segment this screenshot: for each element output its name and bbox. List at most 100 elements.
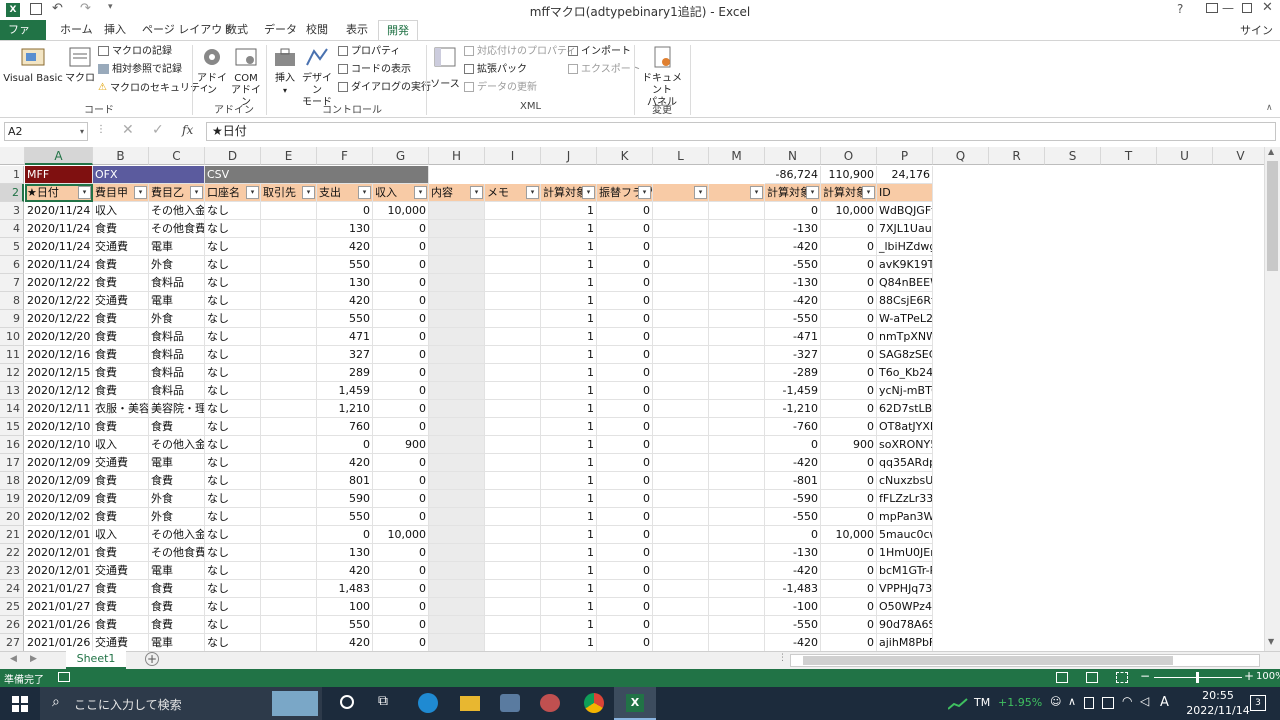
data-cell[interactable]: 食料品 xyxy=(149,364,205,382)
empty-cell[interactable] xyxy=(653,400,709,418)
data-cell[interactable]: 2021/01/27 xyxy=(25,580,93,598)
empty-cell[interactable] xyxy=(653,598,709,616)
empty-cell[interactable] xyxy=(653,220,709,238)
data-cell[interactable]: 10,000 xyxy=(373,202,429,220)
people-icon[interactable]: ☺ xyxy=(1050,695,1061,708)
scroll-thumb[interactable] xyxy=(1267,161,1278,271)
row-header[interactable]: 25 xyxy=(0,598,24,616)
empty-cell[interactable] xyxy=(709,256,765,274)
table-header-cell[interactable]: 計算対象 ▾ xyxy=(821,184,877,202)
row-header[interactable]: 26 xyxy=(0,616,24,634)
data-cell[interactable]: 交通費 xyxy=(93,292,149,310)
data-cell[interactable]: 2020/12/02 xyxy=(25,508,93,526)
empty-cell[interactable] xyxy=(653,364,709,382)
insert-control-button[interactable]: 挿入 ▾ xyxy=(270,45,300,97)
data-cell[interactable]: 0 xyxy=(317,526,373,544)
data-cell[interactable]: 0 xyxy=(597,490,653,508)
row-header[interactable]: 21 xyxy=(0,526,24,544)
data-cell[interactable]: nmTpXNWSXdroCQghhauWLw xyxy=(877,328,933,346)
empty-cell[interactable] xyxy=(653,346,709,364)
vertical-scrollbar[interactable]: ▲ ▼ xyxy=(1264,147,1280,651)
filter-dropdown-icon[interactable]: ▾ xyxy=(694,186,707,199)
data-cell[interactable]: 0 xyxy=(821,562,877,580)
cancel-entry-icon[interactable]: ✕ xyxy=(122,122,134,138)
data-cell[interactable]: 0 xyxy=(373,472,429,490)
empty-cell[interactable] xyxy=(261,598,317,616)
empty-cell[interactable] xyxy=(429,562,485,580)
empty-cell[interactable] xyxy=(485,634,541,651)
data-cell[interactable]: soXRONY5vl16ubWnaFlgMQ xyxy=(877,436,933,454)
data-cell[interactable]: 1 xyxy=(541,508,597,526)
data-cell[interactable]: 食費 xyxy=(93,364,149,382)
empty-cell[interactable] xyxy=(653,274,709,292)
data-cell[interactable]: 1 xyxy=(541,454,597,472)
data-cell[interactable]: -801 xyxy=(765,472,821,490)
data-cell[interactable]: なし xyxy=(205,634,261,651)
data-cell[interactable]: _lbiHZdwg8RpU0w9RT8Ngw xyxy=(877,238,933,256)
data-cell[interactable]: 外食 xyxy=(149,490,205,508)
data-cell[interactable]: 0 xyxy=(821,454,877,472)
data-cell[interactable]: 0 xyxy=(373,256,429,274)
data-cell[interactable]: 1 xyxy=(541,220,597,238)
data-cell[interactable]: 2020/12/12 xyxy=(25,382,93,400)
data-cell[interactable]: 0 xyxy=(597,292,653,310)
data-cell[interactable]: 550 xyxy=(317,256,373,274)
cortana-icon[interactable] xyxy=(340,695,354,709)
name-box[interactable]: A2 ▾ xyxy=(4,122,88,141)
data-cell[interactable]: 90d78A6SIBDoX9sfTiDBgQ xyxy=(877,616,933,634)
data-cell[interactable]: -130 xyxy=(765,220,821,238)
row-header[interactable]: 1 xyxy=(0,166,24,184)
empty-cell[interactable] xyxy=(261,526,317,544)
page-break-view-icon[interactable] xyxy=(1116,672,1128,683)
data-cell[interactable]: 交通費 xyxy=(93,634,149,651)
data-cell[interactable]: 食費 xyxy=(93,472,149,490)
scroll-down-icon[interactable]: ▼ xyxy=(1268,637,1274,646)
data-cell[interactable]: -550 xyxy=(765,508,821,526)
empty-cell[interactable] xyxy=(485,364,541,382)
tab-file[interactable]: ファイル xyxy=(0,20,46,56)
data-cell[interactable]: WdBQJGFttgA1alMXs5ZjfA xyxy=(877,202,933,220)
empty-cell[interactable] xyxy=(709,274,765,292)
data-cell[interactable]: 0 xyxy=(821,274,877,292)
data-cell[interactable]: VPPHJq73GkrydzRZzvNUnA xyxy=(877,580,933,598)
show-hidden-icons-icon[interactable]: ∧ xyxy=(1068,695,1076,708)
filter-dropdown-icon[interactable]: ▾ xyxy=(862,186,875,199)
data-cell[interactable]: O50WPz43YZNF_sWpF5SqQQ xyxy=(877,598,933,616)
data-cell[interactable]: 電車 xyxy=(149,454,205,472)
empty-cell[interactable] xyxy=(429,418,485,436)
empty-cell[interactable] xyxy=(429,328,485,346)
close-icon[interactable]: ✕ xyxy=(1262,0,1273,15)
design-mode-button[interactable]: デザイン モード xyxy=(300,45,334,109)
data-cell[interactable]: 2020/12/09 xyxy=(25,490,93,508)
row-header[interactable]: 7 xyxy=(0,274,24,292)
empty-cell[interactable] xyxy=(429,220,485,238)
data-cell[interactable]: 2020/12/22 xyxy=(25,274,93,292)
empty-cell[interactable] xyxy=(429,382,485,400)
summary-cell[interactable]: 110,900 xyxy=(821,166,877,184)
customize-quick-access-icon[interactable]: ▾ xyxy=(108,2,113,12)
row-header[interactable]: 11 xyxy=(0,346,24,364)
zoom-level[interactable]: 100% xyxy=(1256,671,1280,682)
data-cell[interactable]: 0 xyxy=(597,202,653,220)
data-cell[interactable]: なし xyxy=(205,202,261,220)
data-cell[interactable]: -100 xyxy=(765,598,821,616)
data-cell[interactable]: 0 xyxy=(821,310,877,328)
data-cell[interactable]: 0 xyxy=(597,382,653,400)
empty-cell[interactable] xyxy=(485,454,541,472)
data-cell[interactable]: 10,000 xyxy=(821,526,877,544)
data-cell[interactable]: -420 xyxy=(765,292,821,310)
zoom-slider[interactable] xyxy=(1154,672,1242,683)
tray-app-icon[interactable] xyxy=(1084,697,1094,709)
data-cell[interactable]: 1 xyxy=(541,310,597,328)
prev-sheet-icon[interactable]: ◀ xyxy=(10,654,17,664)
filter-dropdown-icon[interactable]: ▾ xyxy=(638,186,651,199)
data-cell[interactable]: qq35ARdpwauixaZmHQUFuw xyxy=(877,454,933,472)
data-cell[interactable]: 0 xyxy=(373,364,429,382)
data-cell[interactable]: 外食 xyxy=(149,256,205,274)
data-cell[interactable]: -590 xyxy=(765,490,821,508)
stock-ticker[interactable]: TM xyxy=(974,696,990,709)
empty-cell[interactable] xyxy=(709,562,765,580)
empty-cell[interactable] xyxy=(261,382,317,400)
run-dialog-button[interactable]: ダイアログの実行 xyxy=(338,80,431,96)
data-cell[interactable]: その他入金 xyxy=(149,202,205,220)
